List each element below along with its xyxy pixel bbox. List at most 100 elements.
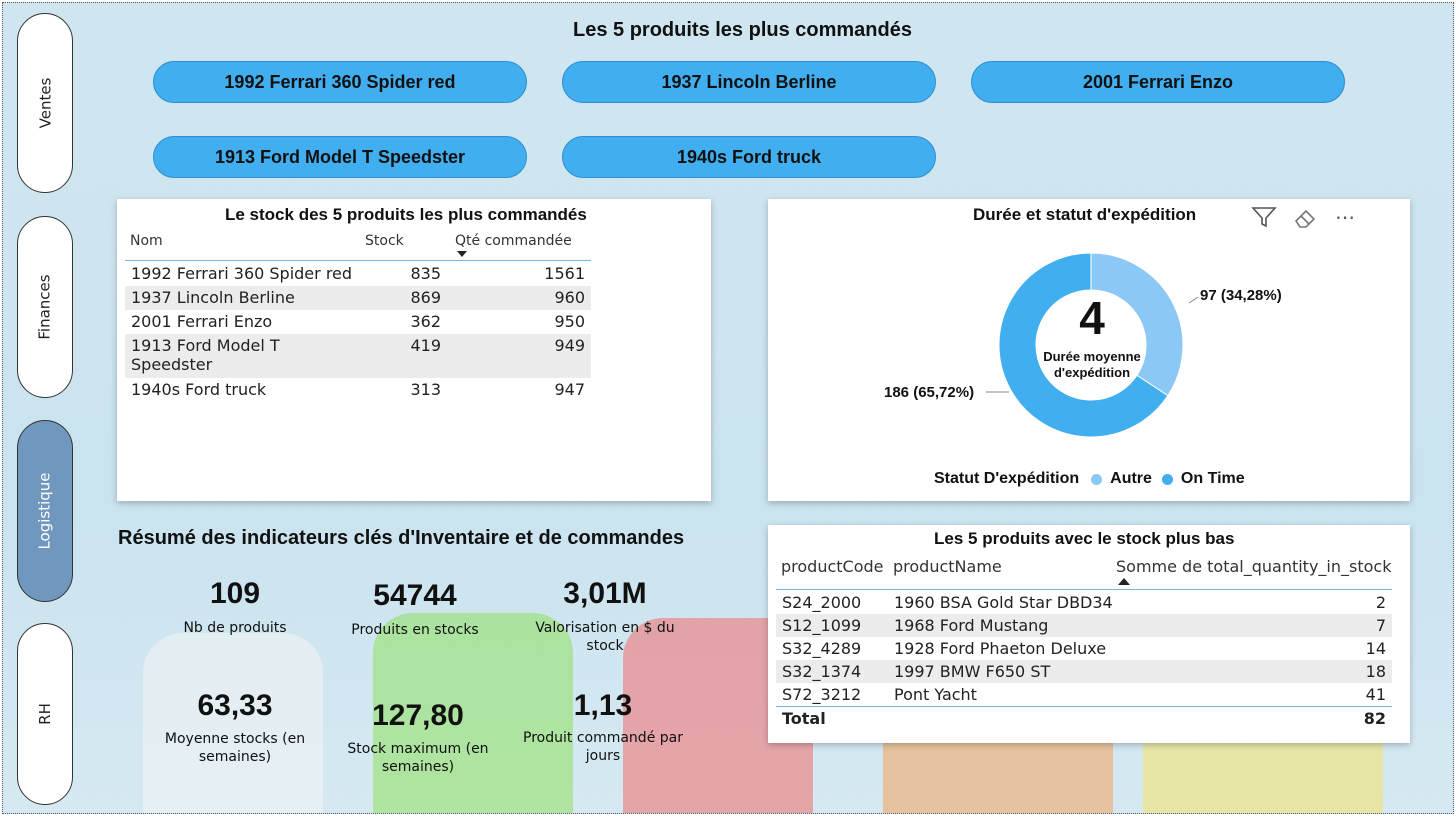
cell-productcode: S32_1374 xyxy=(776,660,888,683)
cell-productcode: S12_1099 xyxy=(776,614,888,637)
cell-nom: 1992 Ferrari 360 Spider red xyxy=(131,264,353,283)
cell-stock: 835 xyxy=(410,264,441,283)
kpi-label: Stock maximum (en semaines) xyxy=(347,741,489,775)
header-divider xyxy=(776,589,1392,590)
column-header-qte-commandee[interactable]: Qté commandée xyxy=(455,233,572,249)
cell-productname: Pont Yacht xyxy=(894,685,977,704)
table-row[interactable]: S72_3212 Pont Yacht 41 xyxy=(776,683,1392,707)
table-row[interactable]: 2001 Ferrari Enzo 362 950 xyxy=(125,310,591,334)
column-header-nom[interactable]: Nom xyxy=(130,233,163,249)
stock-table: 1992 Ferrari 360 Spider red 835 1561 193… xyxy=(125,262,591,402)
cell-productname: 1928 Ford Phaeton Deluxe xyxy=(894,639,1107,658)
table-row[interactable]: 1937 Lincoln Berline 869 960 xyxy=(125,286,591,310)
top-product-pill[interactable]: 1937 Lincoln Berline xyxy=(562,61,936,103)
cell-nom: 1937 Lincoln Berline xyxy=(125,286,365,310)
kpi-value: 1,13 xyxy=(573,689,633,722)
leader-line-autre xyxy=(1188,296,1199,304)
legend-item-ontime[interactable]: On Time xyxy=(1181,470,1245,488)
cell-productname: 1960 BSA Gold Star DBD34 xyxy=(894,593,1113,612)
cell-productname: 1968 Ford Mustang xyxy=(888,614,1138,637)
cell-productcode: S32_4289 xyxy=(782,639,862,658)
background-car-white xyxy=(143,633,323,813)
cell-qte: 947 xyxy=(554,380,585,399)
cell-productcode: S72_3212 xyxy=(782,685,862,704)
top-product-pill[interactable]: 1992 Ferrari 360 Spider red xyxy=(153,61,527,103)
donut-center-label-line2: d'expédition xyxy=(1053,365,1131,380)
column-header-stock[interactable]: Stock xyxy=(365,233,404,249)
table-row[interactable]: S24_2000 1960 BSA Gold Star DBD34 2 xyxy=(776,591,1392,614)
cell-stock-sum: 2 xyxy=(1375,593,1386,612)
donut-center-label: Durée moyenne d'expédition xyxy=(1022,349,1162,381)
column-header-stock-sum[interactable]: Somme de total_quantity_in_stock xyxy=(1116,557,1391,576)
cell-stock: 362 xyxy=(410,312,441,331)
nav-logistique-button[interactable]: Logistique xyxy=(17,420,73,602)
nav-finances-label: Finances xyxy=(36,274,55,340)
cell-productname: 1997 BMW F650 ST xyxy=(888,660,1138,683)
total-label: Total xyxy=(782,709,826,728)
data-label-ontime: 186 (65,72%) xyxy=(884,384,975,401)
cell-stock: 419 xyxy=(365,334,447,378)
table-row[interactable]: S32_4289 1928 Ford Phaeton Deluxe 14 xyxy=(776,637,1392,660)
cell-nom: 1913 Ford Model T Speedster xyxy=(125,334,365,378)
cell-qte: 950 xyxy=(554,312,585,331)
shipping-card: Durée et statut d'expédition ⋯ 4 Durée m… xyxy=(768,199,1410,501)
total-empty-cell xyxy=(888,707,1138,731)
kpi-value: 54744 xyxy=(373,579,457,612)
top-product-pill[interactable]: 1940s Ford truck xyxy=(562,136,936,178)
nav-logistique-label: Logistique xyxy=(36,472,54,550)
cell-productcode: S24_2000 xyxy=(782,593,862,612)
nav-rh-button[interactable]: RH xyxy=(17,623,73,805)
table-row[interactable]: 1940s Ford truck 313 947 xyxy=(125,378,591,402)
table-row[interactable]: S12_1099 1968 Ford Mustang 7 xyxy=(776,614,1392,637)
legend-title: Statut D'expédition xyxy=(934,470,1080,487)
kpi-value: 127,80 xyxy=(372,699,464,732)
cell-stock: 313 xyxy=(410,380,441,399)
cell-nom: 1940s Ford truck xyxy=(131,380,267,399)
table-row[interactable]: 1913 Ford Model T Speedster 419 949 xyxy=(125,334,591,378)
kpi-label: Produits en stocks xyxy=(351,622,479,638)
sort-asc-icon xyxy=(1118,578,1130,585)
kpi-value: 63,33 xyxy=(197,689,273,722)
total-row: Total 82 xyxy=(776,706,1392,731)
cell-nom: 2001 Ferrari Enzo xyxy=(131,312,273,331)
low-stock-card: Les 5 produits avec le stock plus bas pr… xyxy=(768,525,1410,743)
cell-qte: 960 xyxy=(447,286,591,310)
cell-qte: 1561 xyxy=(544,264,585,283)
cell-stock-sum: 7 xyxy=(1138,614,1392,637)
cell-stock: 869 xyxy=(365,286,447,310)
cell-stock-sum: 14 xyxy=(1365,639,1386,658)
stock-table-title: Le stock des 5 produits les plus command… xyxy=(225,205,587,224)
top-products-title: Les 5 produits les plus commandés xyxy=(573,19,912,41)
kpi-value: 109 xyxy=(209,577,261,610)
cell-stock-sum: 18 xyxy=(1138,660,1392,683)
cell-nom-text: 1913 Ford Model T Speedster xyxy=(131,336,280,374)
data-label-autre: 97 (34,28%) xyxy=(1200,287,1282,304)
top-product-pill[interactable]: 1913 Ford Model T Speedster xyxy=(153,136,527,178)
kpi-label: Produit commandé par jours xyxy=(523,730,683,764)
kpi-label: Valorisation en $ du stock xyxy=(535,620,675,654)
nav-rh-label: RH xyxy=(35,703,54,725)
donut-center-value: 4 xyxy=(1079,292,1105,344)
nav-finances-button[interactable]: Finances xyxy=(17,216,73,398)
nav-ventes-button[interactable]: Ventes xyxy=(17,13,73,193)
donut-center-label-line1: Durée moyenne xyxy=(1043,349,1141,364)
low-stock-title: Les 5 produits avec le stock plus bas xyxy=(934,529,1235,548)
legend-item-autre[interactable]: Autre xyxy=(1110,470,1152,488)
nav-ventes-label: Ventes xyxy=(35,77,54,129)
chart-legend: Statut D'expédition Autre On Time xyxy=(934,470,1245,488)
legend-marker-autre xyxy=(1091,473,1103,485)
table-row[interactable]: S32_1374 1997 BMW F650 ST 18 xyxy=(776,660,1392,683)
kpi-value: 3,01M xyxy=(563,577,647,610)
top-product-pill[interactable]: 2001 Ferrari Enzo xyxy=(971,61,1345,103)
column-header-productname[interactable]: productName xyxy=(893,557,1002,576)
table-row[interactable]: 1992 Ferrari 360 Spider red 835 1561 xyxy=(125,262,591,286)
dashboard-canvas: Ventes Finances Logistique RH Les 5 prod… xyxy=(2,2,1454,814)
kpi-section-title: Résumé des indicateurs clés d'Inventaire… xyxy=(118,527,685,549)
stock-table-card: Le stock des 5 produits les plus command… xyxy=(117,199,711,501)
column-header-productcode[interactable]: productCode xyxy=(781,557,884,576)
sort-desc-icon xyxy=(457,251,467,257)
cell-qte: 949 xyxy=(447,334,591,378)
total-value: 82 xyxy=(1363,709,1386,728)
legend-marker-ontime xyxy=(1161,473,1173,485)
low-stock-table: S24_2000 1960 BSA Gold Star DBD34 2 S12_… xyxy=(776,591,1392,731)
